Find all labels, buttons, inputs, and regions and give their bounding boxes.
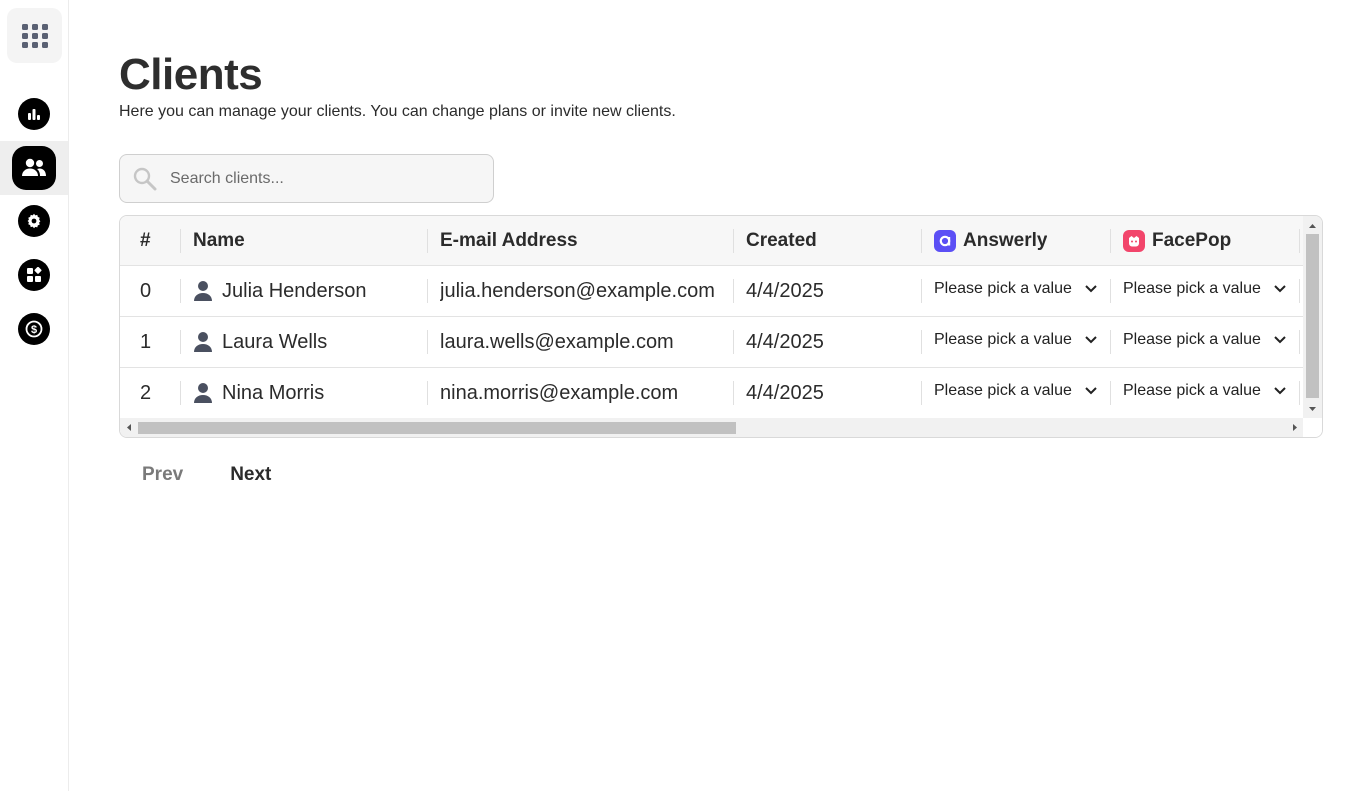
column-header-created[interactable]: Created: [746, 216, 817, 265]
page-subtitle: Here you can manage your clients. You ca…: [119, 103, 676, 120]
page-title: Clients: [119, 50, 263, 99]
apps-grid-button[interactable]: [7, 8, 62, 63]
user-icon: [194, 383, 212, 403]
dollar-icon: $: [25, 320, 43, 338]
facepop-logo-icon: [1123, 229, 1145, 252]
client-created-date: 4/4/2025: [746, 381, 824, 404]
client-email: nina.morris@example.com: [440, 381, 679, 404]
users-icon: [22, 158, 46, 176]
widgets-icon: [27, 267, 42, 282]
scroll-right-arrow-icon[interactable]: [1287, 418, 1303, 437]
answerly-plan-select[interactable]: Please pick a value: [934, 317, 1099, 367]
client-name-cell: Nina Morris: [193, 368, 324, 418]
chevron-down-icon: [1274, 387, 1286, 395]
user-icon: [194, 281, 212, 301]
answerly-header-label: Answerly: [963, 229, 1048, 251]
column-header-email[interactable]: E-mail Address: [440, 216, 578, 265]
answerly-plan-value: Please pick a value: [934, 331, 1072, 348]
sidebar-item-clients[interactable]: [0, 141, 68, 195]
scroll-left-arrow-icon[interactable]: [121, 418, 137, 437]
answerly-plan-select[interactable]: Please pick a value: [934, 266, 1099, 316]
chevron-down-icon: [1274, 285, 1286, 293]
facepop-plan-value: Please pick a value: [1123, 331, 1261, 348]
scroll-up-arrow-icon[interactable]: [1303, 219, 1322, 233]
client-created-date: 4/4/2025: [746, 330, 824, 353]
row-index: 0: [140, 279, 152, 302]
facepop-header-label: FacePop: [1152, 229, 1232, 251]
vertical-scrollbar[interactable]: [1303, 216, 1322, 418]
table-header: # Name E-mail Address Created Answerly F…: [120, 216, 1304, 266]
chevron-down-icon: [1085, 285, 1097, 293]
client-name: Laura Wells: [222, 330, 328, 353]
clients-table: # Name E-mail Address Created Answerly F…: [119, 215, 1323, 438]
sidebar-item-widgets[interactable]: [0, 248, 68, 302]
search-box[interactable]: [119, 154, 494, 203]
facepop-plan-value: Please pick a value: [1123, 382, 1261, 399]
svg-text:$: $: [31, 324, 37, 336]
table-row[interactable]: 2 Nina Morris nina.morris@example.com 4/…: [120, 368, 1304, 419]
horizontal-scrollbar[interactable]: [120, 418, 1304, 437]
table-row[interactable]: 0 Julia Henderson julia.henderson@exampl…: [120, 266, 1304, 317]
facepop-plan-select[interactable]: Please pick a value: [1123, 317, 1288, 367]
table-row[interactable]: 1 Laura Wells laura.wells@example.com 4/…: [120, 317, 1304, 368]
next-page-button[interactable]: Next: [230, 464, 271, 486]
search-icon: [133, 167, 157, 191]
apps-grid-icon: [21, 23, 48, 48]
sidebar-item-settings[interactable]: [0, 194, 68, 248]
column-header-facepop[interactable]: FacePop: [1123, 216, 1231, 265]
answerly-logo-icon: [934, 229, 956, 252]
client-name: Julia Henderson: [222, 279, 367, 302]
facepop-plan-select[interactable]: Please pick a value: [1123, 266, 1288, 316]
client-created-date: 4/4/2025: [746, 279, 824, 302]
facepop-plan-select[interactable]: Please pick a value: [1123, 368, 1288, 418]
column-header-name[interactable]: Name: [193, 216, 245, 265]
client-name-cell: Laura Wells: [193, 317, 327, 367]
client-name-cell: Julia Henderson: [193, 266, 367, 316]
client-email: julia.henderson@example.com: [440, 279, 715, 302]
sidebar: $: [0, 0, 69, 791]
gear-icon: [27, 213, 41, 229]
chevron-down-icon: [1085, 387, 1097, 395]
column-header-answerly[interactable]: Answerly: [934, 216, 1047, 265]
sidebar-item-analytics[interactable]: [0, 87, 68, 141]
column-header-index[interactable]: #: [140, 216, 151, 265]
pagination: Prev Next: [119, 464, 271, 486]
facepop-plan-value: Please pick a value: [1123, 280, 1261, 297]
client-name: Nina Morris: [222, 381, 325, 404]
prev-page-button[interactable]: Prev: [142, 464, 183, 486]
horizontal-scroll-thumb[interactable]: [138, 422, 736, 434]
chevron-down-icon: [1274, 336, 1286, 344]
bar-chart-icon: [28, 109, 40, 120]
user-icon: [194, 332, 212, 352]
answerly-plan-value: Please pick a value: [934, 280, 1072, 297]
scroll-down-arrow-icon[interactable]: [1303, 402, 1322, 416]
row-index: 2: [140, 381, 152, 404]
client-email: laura.wells@example.com: [440, 330, 674, 353]
answerly-plan-value: Please pick a value: [934, 382, 1072, 399]
chevron-down-icon: [1085, 336, 1097, 344]
answerly-plan-select[interactable]: Please pick a value: [934, 368, 1099, 418]
search-input[interactable]: [170, 169, 470, 188]
row-index: 1: [140, 330, 152, 353]
vertical-scroll-thumb[interactable]: [1306, 234, 1319, 398]
sidebar-item-billing[interactable]: $: [0, 302, 68, 356]
